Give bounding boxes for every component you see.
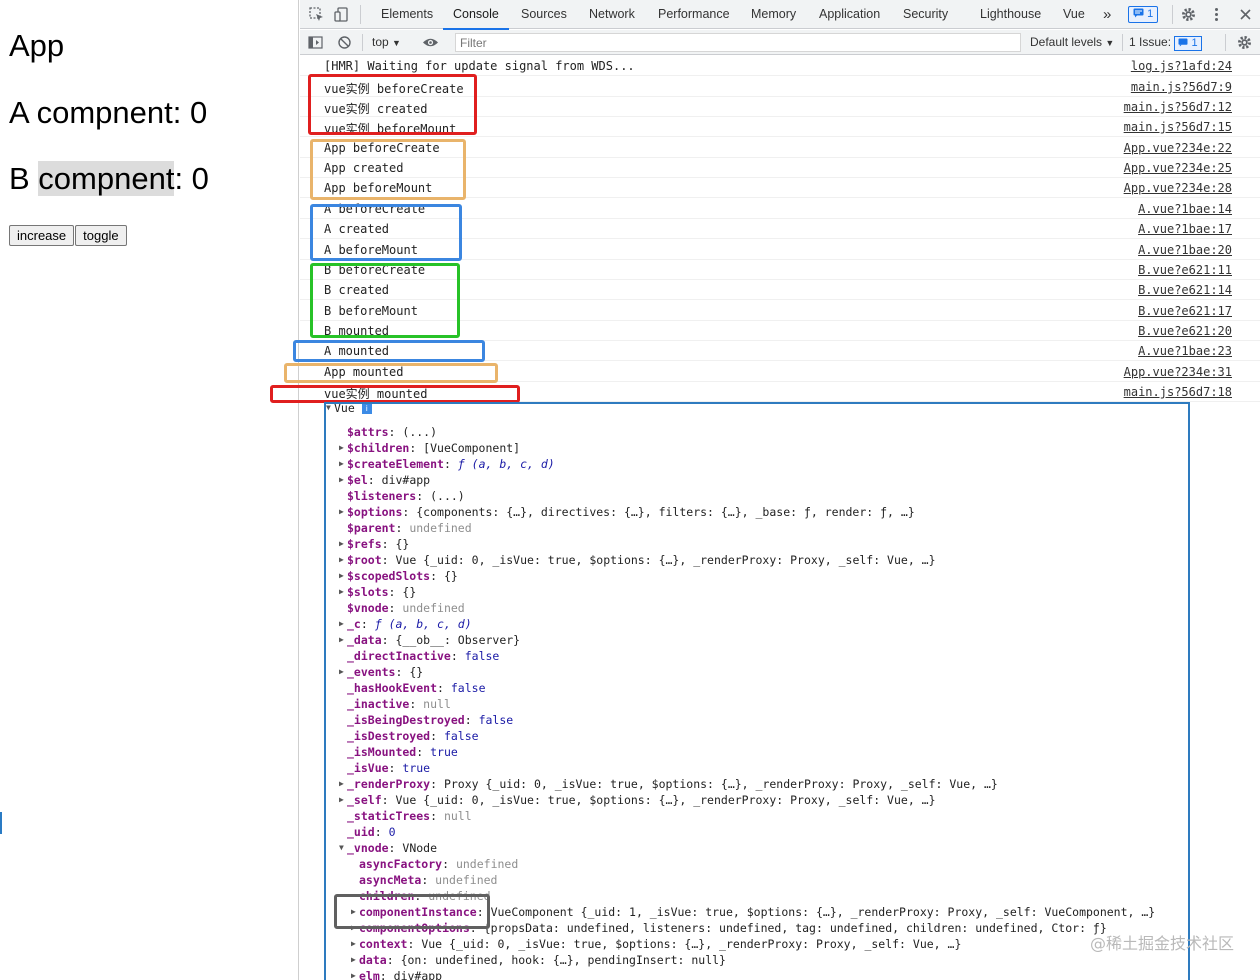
- issues-count: 1: [1191, 37, 1198, 49]
- console-message-text: [HMR] Waiting for update signal from WDS…: [324, 59, 635, 73]
- increase-button[interactable]: increase: [9, 225, 75, 246]
- console-message-row: [HMR] Waiting for update signal from WDS…: [300, 56, 1260, 76]
- component-b-highlighted-word: compnent: [38, 161, 175, 196]
- console-settings-gear-icon[interactable]: [1236, 34, 1253, 51]
- tab-memory[interactable]: Memory: [751, 0, 796, 29]
- live-expression-eye-icon[interactable]: [422, 34, 439, 51]
- button-group: increase toggle: [9, 225, 128, 246]
- tab-application[interactable]: Application: [819, 0, 880, 29]
- sidebar-toggle-icon[interactable]: [307, 34, 324, 51]
- console-source-link[interactable]: App.vue?234e:22: [1124, 141, 1232, 155]
- tab-separator: [1172, 5, 1173, 24]
- messages-badge[interactable]: 1: [1128, 6, 1159, 23]
- console-source-link[interactable]: A.vue?1bae:20: [1138, 243, 1232, 257]
- component-props-highlight: [334, 894, 490, 929]
- console-source-link[interactable]: App.vue?234e:25: [1124, 161, 1232, 175]
- app-page-pane: App A compnent: 0 B compnent: 0 increase…: [0, 0, 299, 980]
- tab-lighthouse[interactable]: Lighthouse: [980, 0, 1041, 29]
- tab-performance[interactable]: Performance: [658, 0, 730, 29]
- tab-console[interactable]: Console: [443, 0, 509, 30]
- kebab-menu-icon[interactable]: [1208, 6, 1225, 23]
- devtools-tab-bar: Elements Console Sources Network Perform…: [300, 0, 1260, 30]
- context-selector[interactable]: top ▼: [372, 34, 401, 52]
- component-a-label: A compnent:: [9, 95, 190, 130]
- console-source-link[interactable]: main.js?56d7:15: [1124, 120, 1232, 134]
- app-mounted-highlight: [284, 363, 498, 383]
- message-icon: [1178, 38, 1188, 47]
- component-a-count: 0: [189, 95, 208, 130]
- console-filter-input[interactable]: [455, 33, 1021, 52]
- more-tabs-button[interactable]: »: [1103, 0, 1111, 29]
- settings-gear-icon[interactable]: [1180, 6, 1197, 23]
- watermark: @稀土掘金技术社区: [1089, 934, 1234, 953]
- edge-marker: [0, 812, 2, 834]
- console-source-link[interactable]: A.vue?1bae:17: [1138, 222, 1232, 236]
- clear-console-icon[interactable]: [336, 34, 353, 51]
- console-source-link[interactable]: B.vue?e621:14: [1138, 283, 1232, 297]
- log-levels-dropdown[interactable]: Default levels ▼: [1030, 34, 1114, 52]
- toggle-button[interactable]: toggle: [75, 225, 127, 246]
- toolbar-separator: [362, 34, 363, 51]
- tab-network[interactable]: Network: [589, 0, 635, 29]
- console-source-link[interactable]: App.vue?234e:31: [1124, 365, 1232, 379]
- message-icon: [1133, 8, 1144, 18]
- log-levels-label: Default levels: [1030, 35, 1103, 49]
- console-source-link[interactable]: A.vue?1bae:23: [1138, 344, 1232, 358]
- component-b-heading: B compnent: 0: [9, 161, 209, 197]
- tab-separator: [360, 5, 361, 24]
- vue-instance-hooks-highlight: [308, 74, 477, 135]
- tab-security[interactable]: Security: [903, 0, 948, 29]
- app-title: App: [9, 28, 65, 63]
- tab-elements[interactable]: Elements: [381, 0, 433, 29]
- console-source-link[interactable]: B.vue?e621:20: [1138, 324, 1232, 338]
- inspect-element-icon[interactable]: [308, 6, 325, 23]
- console-source-link[interactable]: B.vue?e621:17: [1138, 304, 1232, 318]
- dropdown-arrow-icon: ▼: [1105, 38, 1115, 48]
- vue-instance-mounted-highlight: [270, 385, 520, 403]
- toolbar-separator: [1225, 34, 1226, 51]
- component-b-hooks-highlight: [310, 263, 460, 338]
- console-source-link[interactable]: main.js?56d7:9: [1131, 80, 1232, 94]
- device-toolbar-icon[interactable]: [334, 6, 351, 23]
- console-source-link[interactable]: main.js?56d7:18: [1124, 385, 1232, 399]
- dropdown-arrow-icon: ▼: [392, 38, 401, 48]
- console-source-link[interactable]: log.js?1afd:24: [1131, 59, 1232, 73]
- close-devtools-icon[interactable]: [1237, 6, 1254, 23]
- issues-label: 1 Issue:: [1129, 35, 1172, 49]
- a-mounted-highlight: [293, 340, 485, 362]
- messages-badge-count: 1: [1147, 8, 1154, 20]
- component-b-prefix: B: [9, 161, 39, 196]
- tab-sources[interactable]: Sources: [521, 0, 567, 29]
- component-a-hooks-highlight: [310, 204, 462, 261]
- console-source-link[interactable]: App.vue?234e:28: [1124, 181, 1232, 195]
- component-b-count: : 0: [174, 161, 209, 196]
- tab-vue[interactable]: Vue: [1063, 0, 1085, 29]
- issues-chip: 1: [1174, 36, 1202, 51]
- console-source-link[interactable]: B.vue?e621:11: [1138, 263, 1232, 277]
- app-hooks-highlight: [310, 139, 466, 200]
- console-toolbar: top ▼ Default levels ▼ 1 Issue: 1: [300, 30, 1260, 55]
- console-source-link[interactable]: A.vue?1bae:14: [1138, 202, 1232, 216]
- context-value: top: [372, 35, 389, 49]
- toolbar-separator: [1122, 34, 1123, 51]
- issues-counter[interactable]: 1 Issue: 1: [1129, 34, 1202, 51]
- devtools-panel: Elements Console Sources Network Perform…: [270, 0, 1260, 980]
- console-source-link[interactable]: main.js?56d7:12: [1124, 100, 1232, 114]
- component-a-heading: A compnent: 0: [9, 95, 207, 131]
